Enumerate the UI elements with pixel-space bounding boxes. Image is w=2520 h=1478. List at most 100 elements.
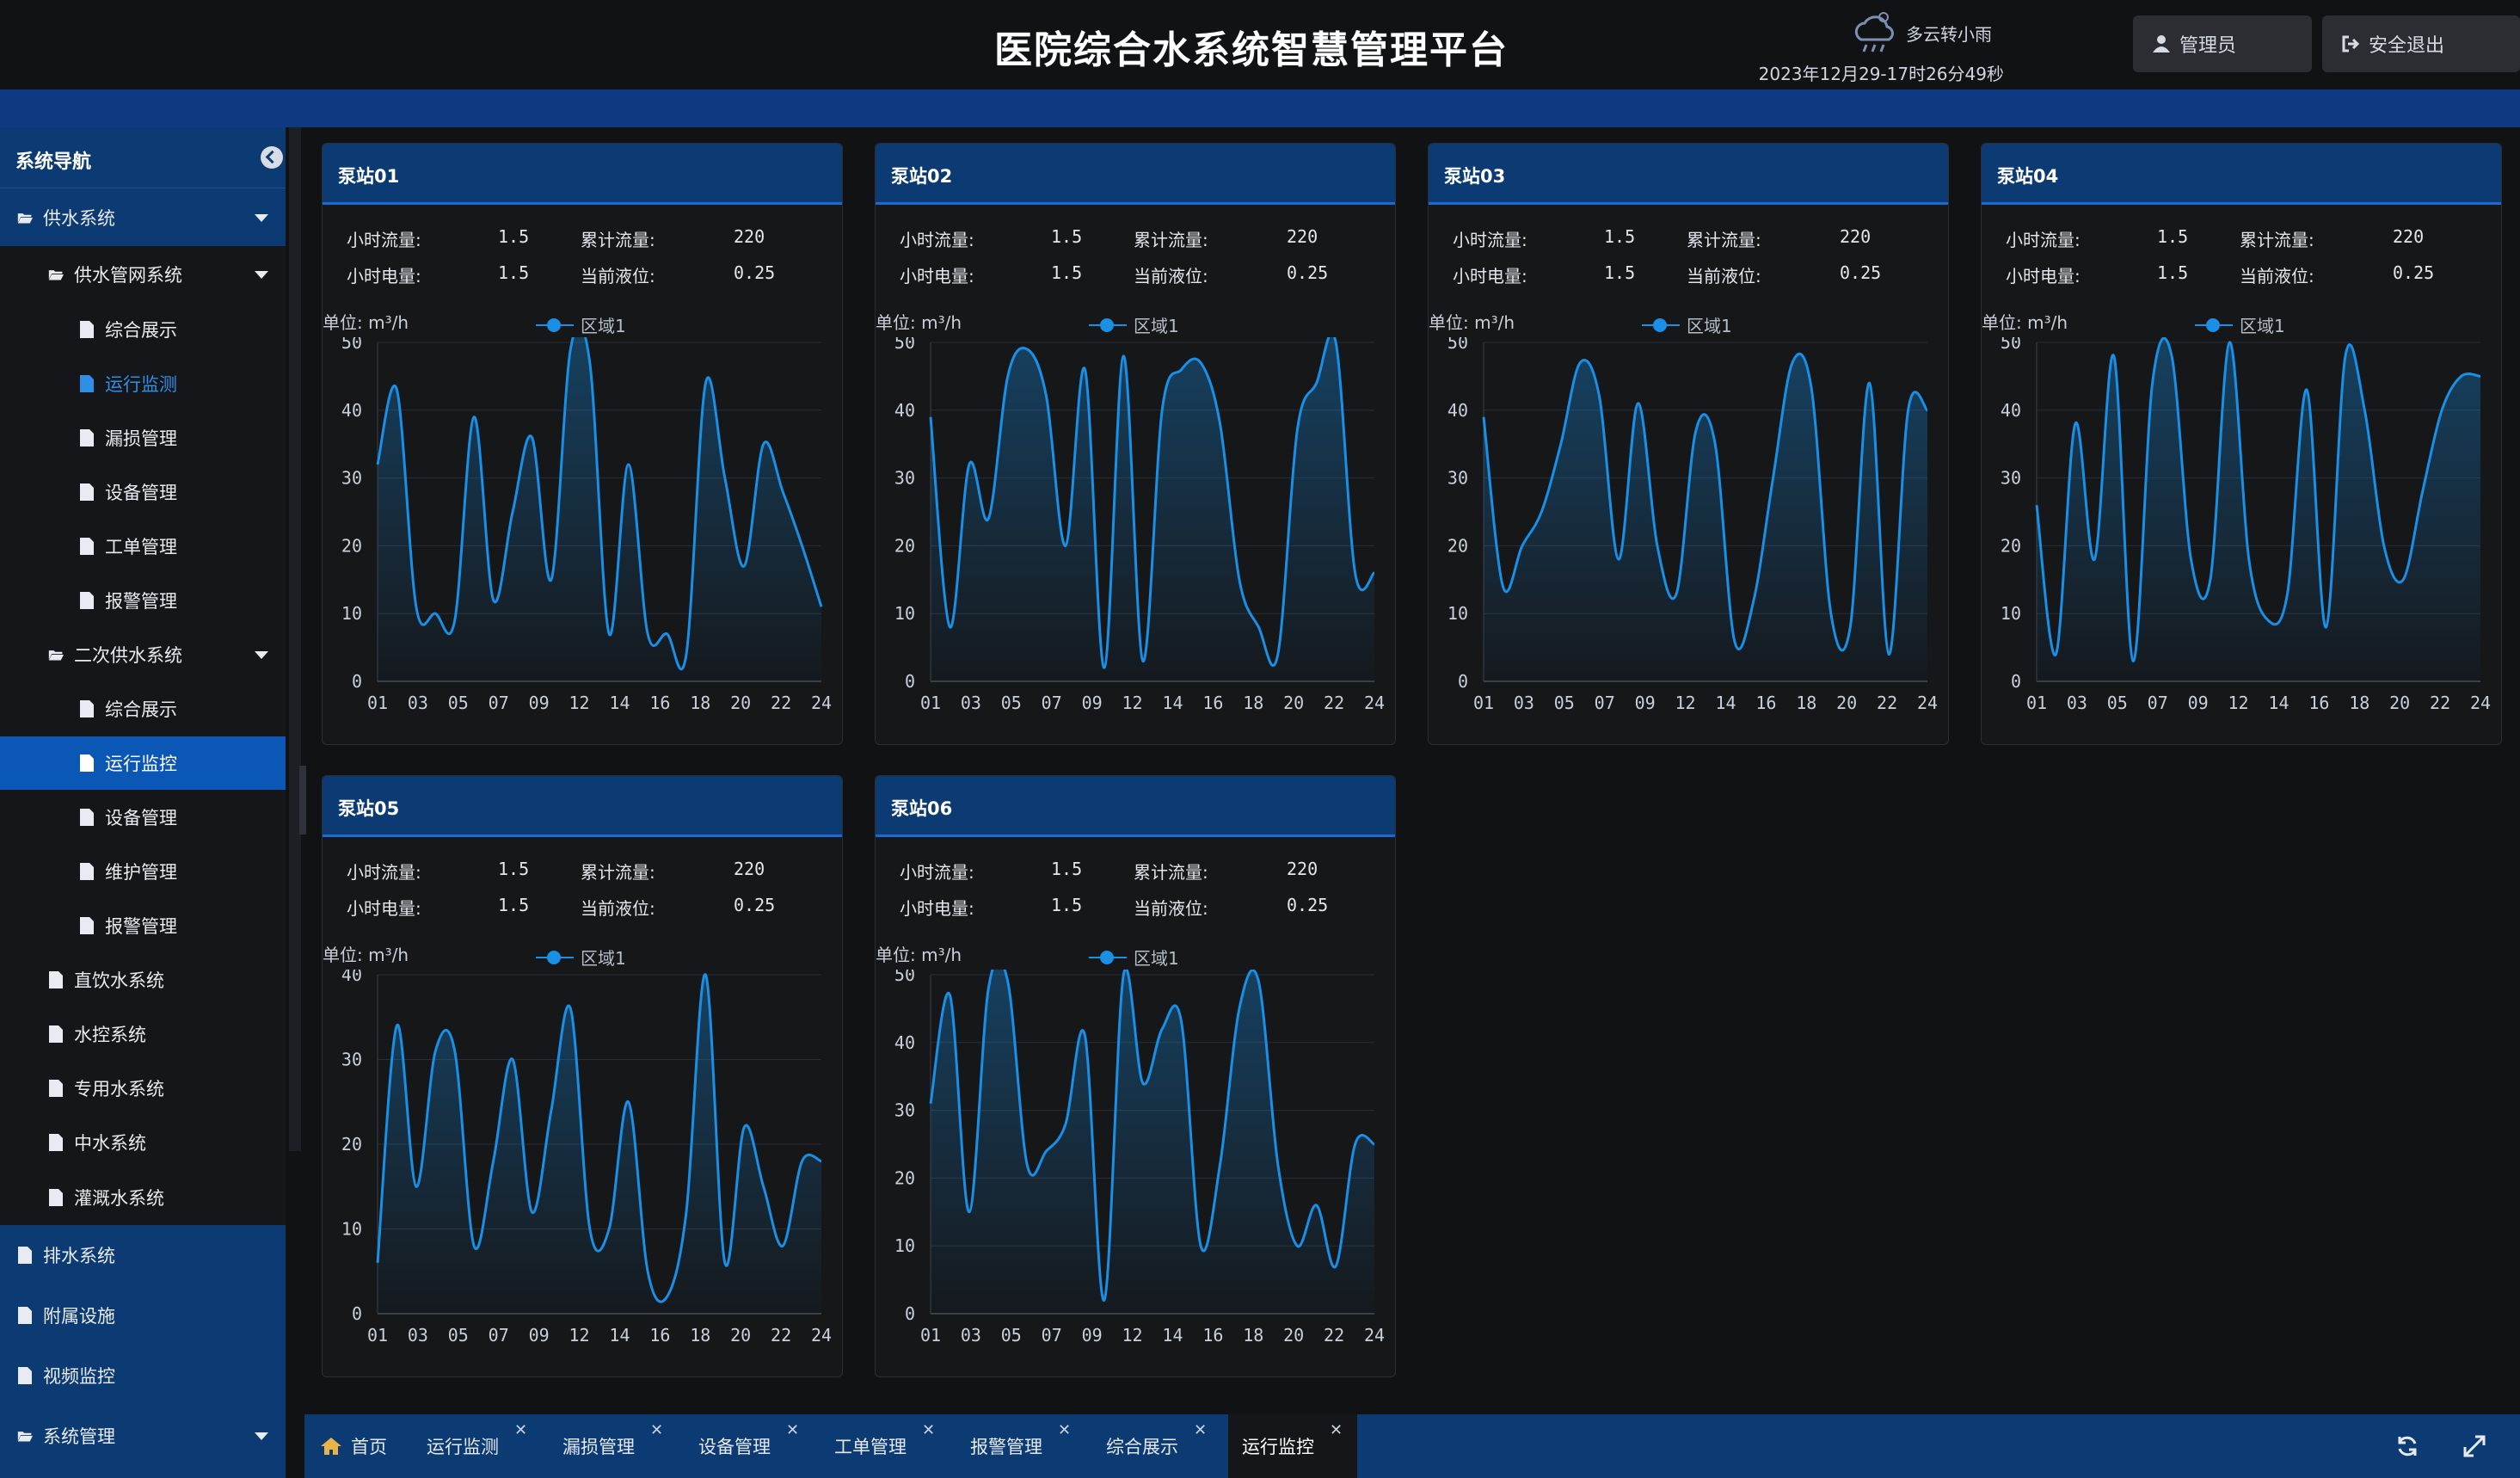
hourly-power-label: 小时电量:	[347, 898, 421, 919]
series-area	[931, 337, 1374, 681]
x-tick-label: 07	[1595, 693, 1615, 713]
close-icon[interactable]: ✕	[650, 1421, 663, 1439]
sidebar-item-system-admin[interactable]: 系统管理	[0, 1406, 286, 1466]
collapse-sidebar-icon[interactable]	[261, 146, 283, 169]
close-icon[interactable]: ✕	[1194, 1421, 1207, 1439]
chart-legend[interactable]: 区域1	[536, 945, 626, 970]
file-icon	[18, 1307, 32, 1324]
current-level-label: 当前液位:	[581, 266, 655, 286]
hourly-flow-label: 小时流量:	[347, 862, 421, 883]
station-title: 泵站06	[891, 798, 953, 819]
chart-legend[interactable]: 区域1	[2195, 312, 2285, 337]
chart-legend[interactable]: 区域1	[1642, 312, 1732, 337]
x-tick-label: 09	[2188, 693, 2209, 713]
unit-label: 单位: m³/h	[876, 945, 962, 965]
chart-legend[interactable]: 区域1	[1089, 312, 1179, 337]
tab-home[interactable]: 首页	[320, 1414, 415, 1478]
tab-equipment[interactable]: 设备管理 ✕	[698, 1414, 827, 1478]
hourly-flow-label: 小时流量:	[347, 230, 421, 250]
sidebar-item-label: 水控系统	[74, 1025, 146, 1045]
close-icon[interactable]: ✕	[786, 1421, 799, 1439]
page-title: 医院综合水系统智慧管理平台	[994, 28, 1509, 72]
file-icon	[80, 429, 94, 446]
sidebar-item-video[interactable]: 视频监控	[0, 1346, 286, 1406]
sidebar-item-drinking-water[interactable]: 直饮水系统	[0, 953, 286, 1007]
legend-marker	[536, 317, 574, 334]
sidebar-item-label: 漏损管理	[105, 428, 177, 449]
close-icon[interactable]: ✕	[922, 1421, 935, 1439]
sidebar-item-alarm[interactable]: 报警管理	[0, 573, 286, 628]
sidebar-item-overview[interactable]: 综合展示	[0, 303, 286, 356]
sidebar-item-alarm-2[interactable]: 报警管理	[0, 898, 286, 953]
sidebar-item-label: 设备管理	[105, 808, 177, 828]
tab-overview[interactable]: 综合展示 ✕	[1106, 1414, 1235, 1478]
chart-legend[interactable]: 区域1	[536, 312, 626, 337]
x-tick-label: 14	[1715, 693, 1736, 713]
sidebar-item-equipment-2[interactable]: 设备管理	[0, 790, 286, 845]
user-button[interactable]: 管理员	[2133, 15, 2312, 72]
x-tick-label: 18	[1796, 693, 1816, 713]
sidebar-item-overview-2[interactable]: 综合展示	[0, 681, 286, 736]
sidebar-item-supply-network[interactable]: 供水管网系统	[0, 246, 286, 303]
close-icon[interactable]: ✕	[1058, 1421, 1071, 1439]
weather-text: 多云转小雨	[1906, 24, 1992, 45]
file-icon	[18, 1247, 32, 1264]
sidebar-item-water-supply[interactable]: 供水系统	[0, 189, 286, 246]
sidebar-item-run-control[interactable]: 运行监控	[0, 736, 286, 790]
sidebar-resize-handle[interactable]	[299, 766, 306, 834]
sidebar-item-irrigation[interactable]: 灌溉水系统	[0, 1170, 286, 1225]
refresh-icon[interactable]	[2394, 1433, 2420, 1459]
sidebar-item-work-order[interactable]: 工单管理	[0, 520, 286, 573]
x-tick-label: 22	[1324, 693, 1344, 713]
x-tick-label: 16	[1202, 1325, 1223, 1346]
y-tick-label: 20	[341, 535, 362, 556]
sidebar-item-equipment[interactable]: 设备管理	[0, 465, 286, 520]
y-tick-label: 40	[341, 970, 362, 985]
y-tick-label: 10	[1447, 603, 1468, 624]
sidebar-item-run-monitor[interactable]: 运行监测	[0, 356, 286, 411]
current-level-label: 当前液位:	[581, 898, 655, 919]
tab-label: 漏损管理	[562, 1437, 635, 1457]
x-tick-label: 05	[2107, 693, 2128, 713]
tab-alarm[interactable]: 报警管理 ✕	[970, 1414, 1099, 1478]
sidebar-item-maintenance[interactable]: 维护管理	[0, 845, 286, 898]
sidebar-item-label: 系统管理	[43, 1426, 115, 1447]
x-tick-label: 24	[1917, 693, 1938, 713]
sidebar-item-special-water[interactable]: 专用水系统	[0, 1062, 286, 1115]
legend-marker	[2195, 317, 2233, 334]
logout-button[interactable]: 安全退出	[2322, 15, 2520, 72]
tab-leakage[interactable]: 漏损管理 ✕	[562, 1414, 691, 1478]
x-tick-label: 20	[1283, 1325, 1304, 1346]
hourly-flow-label: 小时流量:	[900, 230, 974, 250]
sidebar-item-secondary-supply[interactable]: 二次供水系统	[0, 628, 286, 681]
sidebar-item-reclaimed-water[interactable]: 中水系统	[0, 1115, 286, 1170]
close-icon[interactable]: ✕	[1330, 1421, 1343, 1439]
sidebar-item-label: 工单管理	[105, 537, 177, 557]
file-icon	[49, 971, 63, 988]
cumulative-flow-label: 累计流量:	[1687, 230, 1761, 250]
tab-label: 工单管理	[834, 1437, 907, 1457]
chart-legend[interactable]: 区域1	[1089, 945, 1179, 970]
file-icon	[80, 375, 94, 392]
current-level-value: 0.25	[734, 895, 776, 915]
close-icon[interactable]: ✕	[514, 1421, 527, 1439]
sidebar-scrollbar[interactable]	[289, 127, 301, 1151]
sidebar-item-drainage[interactable]: 排水系统	[0, 1225, 286, 1285]
sidebar-item-facilities[interactable]: 附属设施	[0, 1285, 286, 1346]
tab-run-monitor[interactable]: 运行监测 ✕	[427, 1414, 556, 1478]
fullscreen-icon[interactable]	[2462, 1433, 2487, 1459]
tab-work-order[interactable]: 工单管理 ✕	[834, 1414, 963, 1478]
file-icon	[80, 538, 94, 555]
sidebar-item-label: 灌溉水系统	[74, 1188, 164, 1209]
x-tick-label: 09	[1082, 693, 1103, 713]
sidebar-header: 系统导航	[0, 127, 286, 188]
sidebar-item-label: 设备管理	[105, 483, 177, 503]
sidebar-item-leakage[interactable]: 漏损管理	[0, 411, 286, 465]
tab-label: 运行监控	[1242, 1437, 1314, 1457]
tab-run-control[interactable]: 运行监控 ✕	[1228, 1414, 1357, 1478]
x-tick-label: 03	[961, 1325, 981, 1346]
x-tick-label: 18	[2349, 693, 2369, 713]
sidebar-item-water-control[interactable]: 水控系统	[0, 1007, 286, 1062]
y-tick-label: 30	[341, 468, 362, 489]
hourly-power-label: 小时电量:	[2006, 266, 2081, 286]
